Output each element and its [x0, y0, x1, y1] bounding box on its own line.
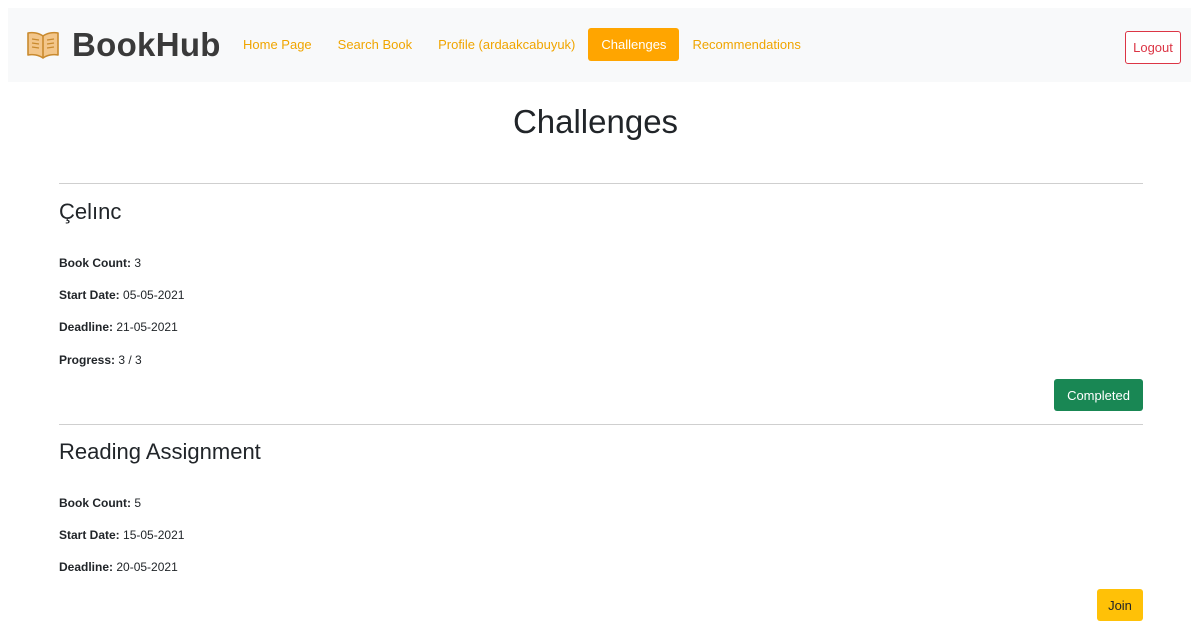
deadline-label: Deadline: [59, 560, 114, 574]
progress-label: Progress: [59, 353, 116, 367]
progress-value: 3 / 3 [118, 353, 142, 367]
challenge-card: Reading Assignment Book Count: 5 Start D… [59, 438, 1143, 622]
start-date-value: 05-05-2021 [123, 288, 185, 302]
logout-button[interactable]: Logout [1125, 31, 1181, 64]
navbar: BookHub Home Page Search Book Profile (a… [8, 8, 1191, 82]
start-date-label: Start Date: [59, 288, 120, 302]
brand-name: BookHub [72, 26, 221, 63]
start-date: Start Date: 05-05-2021 [59, 287, 184, 303]
challenge-name: Çelınc [59, 199, 122, 224]
book-count-value: 3 [134, 256, 142, 270]
start-date-value: 15-05-2021 [123, 528, 185, 542]
book-count-value: 5 [134, 496, 142, 510]
nav-search-book[interactable]: Search Book [325, 28, 425, 61]
divider [59, 424, 1143, 425]
page-title: Challenges [512, 103, 679, 140]
nav-links: Home Page Search Book Profile (ardaakcab… [230, 28, 814, 61]
deadline-value: 21-05-2021 [116, 320, 178, 334]
book-count-label: Book Count: [59, 256, 131, 270]
progress: Progress: 3 / 3 [59, 352, 142, 368]
join-button[interactable]: Join [1097, 589, 1143, 621]
open-book-icon [27, 31, 59, 59]
completed-button[interactable]: Completed [1054, 379, 1143, 411]
challenge-card: Çelınc Book Count: 3 Start Date: 05-05-2… [59, 198, 1143, 412]
book-count-label: Book Count: [59, 496, 131, 510]
deadline-label: Deadline: [59, 320, 114, 334]
nav-profile[interactable]: Profile (ardaakcabuyuk) [425, 28, 588, 61]
challenge-name: Reading Assignment [59, 439, 261, 464]
book-count: Book Count: 5 [59, 495, 141, 511]
brand[interactable]: BookHub [26, 26, 221, 63]
book-count: Book Count: 3 [59, 255, 141, 271]
deadline: Deadline: 20-05-2021 [59, 559, 178, 575]
deadline-value: 20-05-2021 [116, 560, 178, 574]
start-date-label: Start Date: [59, 528, 120, 542]
divider [59, 183, 1143, 184]
nav-challenges[interactable]: Challenges [588, 28, 680, 61]
nav-home[interactable]: Home Page [230, 28, 325, 61]
start-date: Start Date: 15-05-2021 [59, 527, 184, 543]
deadline: Deadline: 21-05-2021 [59, 319, 178, 335]
nav-recommendations[interactable]: Recommendations [679, 28, 813, 61]
